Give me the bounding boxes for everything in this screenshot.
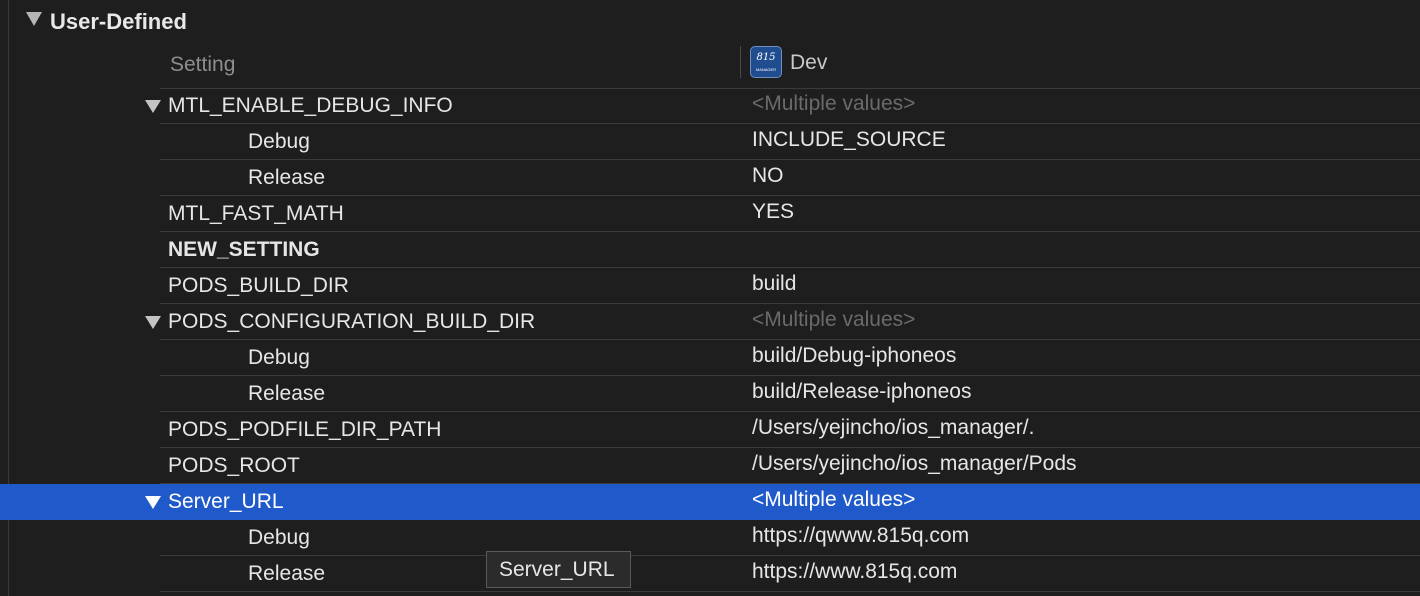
column-header-setting[interactable]: Setting: [170, 51, 235, 79]
setting-value[interactable]: build/Debug-iphoneos: [752, 342, 956, 370]
setting-row[interactable]: PODS_BUILD_DIR build: [0, 268, 1420, 304]
setting-name: PODS_CONFIGURATION_BUILD_DIR: [168, 310, 536, 333]
setting-row[interactable]: PODS_ROOT/Users/yejincho/ios_manager/Pod…: [0, 448, 1420, 484]
setting-value[interactable]: <Multiple values>: [752, 486, 915, 514]
setting-row[interactable]: PODS_PODFILE_DIR_PATH/Users/yejincho/ios…: [0, 412, 1420, 448]
disclosure-triangle-icon[interactable]: [145, 496, 161, 509]
tooltip: Server_URL: [486, 551, 631, 588]
setting-row[interactable]: Debug INCLUDE_SOURCE: [0, 124, 1420, 160]
setting-name: PODS_PODFILE_DIR_PATH: [168, 418, 442, 441]
build-settings-panel: User-Defined Setting 815 MANAGER Dev MTL…: [0, 0, 1420, 596]
setting-value[interactable]: /Users/yejincho/ios_manager/Pods: [752, 450, 1077, 478]
setting-name: Debug: [248, 526, 310, 549]
setting-name: Release: [248, 166, 326, 189]
setting-value[interactable]: <Multiple values>: [752, 306, 915, 334]
setting-value[interactable]: build: [752, 270, 796, 298]
section-header-user-defined[interactable]: User-Defined: [0, 0, 1420, 44]
setting-name: Debug: [248, 130, 310, 153]
setting-name: Debug: [248, 346, 310, 369]
column-header-target[interactable]: Dev: [790, 49, 827, 77]
setting-name: PODS_ROOT: [168, 454, 300, 477]
setting-value[interactable]: /Users/yejincho/ios_manager/.: [752, 414, 1034, 442]
setting-value[interactable]: YES: [752, 198, 794, 226]
setting-row[interactable]: Release NO: [0, 160, 1420, 196]
app-target-icon: 815 MANAGER: [750, 46, 782, 78]
column-header: Setting 815 MANAGER Dev: [160, 44, 1420, 89]
setting-name: Server_URL: [168, 490, 284, 513]
setting-name: Release: [248, 562, 326, 585]
setting-row[interactable]: Release https://www.815q.com: [0, 556, 1420, 592]
setting-name: PODS_BUILD_DIR: [168, 274, 349, 297]
disclosure-triangle-icon[interactable]: [26, 12, 42, 26]
setting-row[interactable]: PODS_CONFIGURATION_BUILD_DIR <Multiple va…: [0, 304, 1420, 340]
setting-value[interactable]: build/Release-iphoneos: [752, 378, 972, 406]
setting-row[interactable]: NEW_SETTING: [0, 232, 1420, 268]
settings-list: MTL_ENABLE_DEBUG_INFO <Multiple values> De…: [0, 88, 1420, 592]
setting-name: NEW_SETTING: [168, 238, 320, 261]
setting-value[interactable]: https://qwww.815q.com: [752, 522, 969, 550]
setting-value[interactable]: https://www.815q.com: [752, 558, 957, 586]
setting-row[interactable]: Debug https://qwww.815q.com: [0, 520, 1420, 556]
setting-name: Release: [248, 382, 326, 405]
setting-name: MTL_FAST_MATH: [168, 202, 344, 225]
section-title: User-Defined: [50, 9, 187, 34]
app-icon-logo-subtext: MANAGER: [755, 67, 777, 72]
setting-row[interactable]: Debug build/Debug-iphoneos: [0, 340, 1420, 376]
setting-name: MTL_ENABLE_DEBUG_INFO: [168, 94, 453, 117]
setting-row[interactable]: MTL_FAST_MATH YES: [0, 196, 1420, 232]
column-separator: [740, 46, 741, 78]
row-divider: [160, 591, 1420, 592]
disclosure-triangle-icon[interactable]: [145, 316, 161, 329]
app-icon-logo-text: 815: [756, 52, 776, 63]
setting-row[interactable]: Release build/Release-iphoneos: [0, 376, 1420, 412]
setting-row[interactable]: MTL_ENABLE_DEBUG_INFO <Multiple values>: [0, 88, 1420, 124]
setting-value[interactable]: <Multiple values>: [752, 90, 915, 118]
setting-value[interactable]: INCLUDE_SOURCE: [752, 126, 946, 154]
setting-value[interactable]: NO: [752, 162, 784, 190]
disclosure-triangle-icon[interactable]: [145, 100, 161, 113]
setting-row[interactable]: Server_URL <Multiple values>: [0, 484, 1420, 520]
